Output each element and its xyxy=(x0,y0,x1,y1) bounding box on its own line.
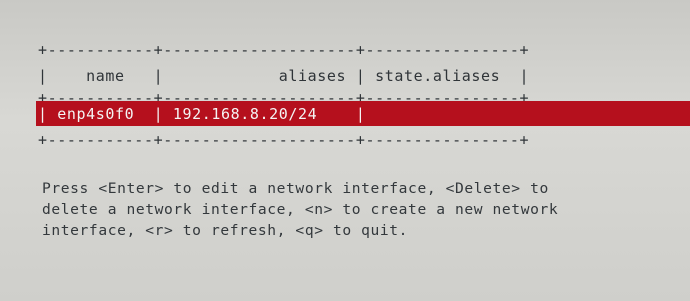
terminal-screen: +-----------+--------------------+------… xyxy=(0,0,690,301)
help-text-line-1: Press <Enter> to edit a network interfac… xyxy=(42,180,549,197)
table-header-row: | name | aliases | state.aliases | xyxy=(38,67,530,85)
table-row[interactable]: | enp4s0f0 | 192.168.8.20/24 | xyxy=(38,104,365,124)
table-border-top: +-----------+--------------------+------… xyxy=(38,41,530,59)
help-text-line-2: delete a network interface, <n> to creat… xyxy=(42,201,559,218)
table-border-bottom: +-----------+--------------------+------… xyxy=(38,131,530,149)
help-text-line-3: interface, <r> to refresh, <q> to quit. xyxy=(42,222,409,239)
